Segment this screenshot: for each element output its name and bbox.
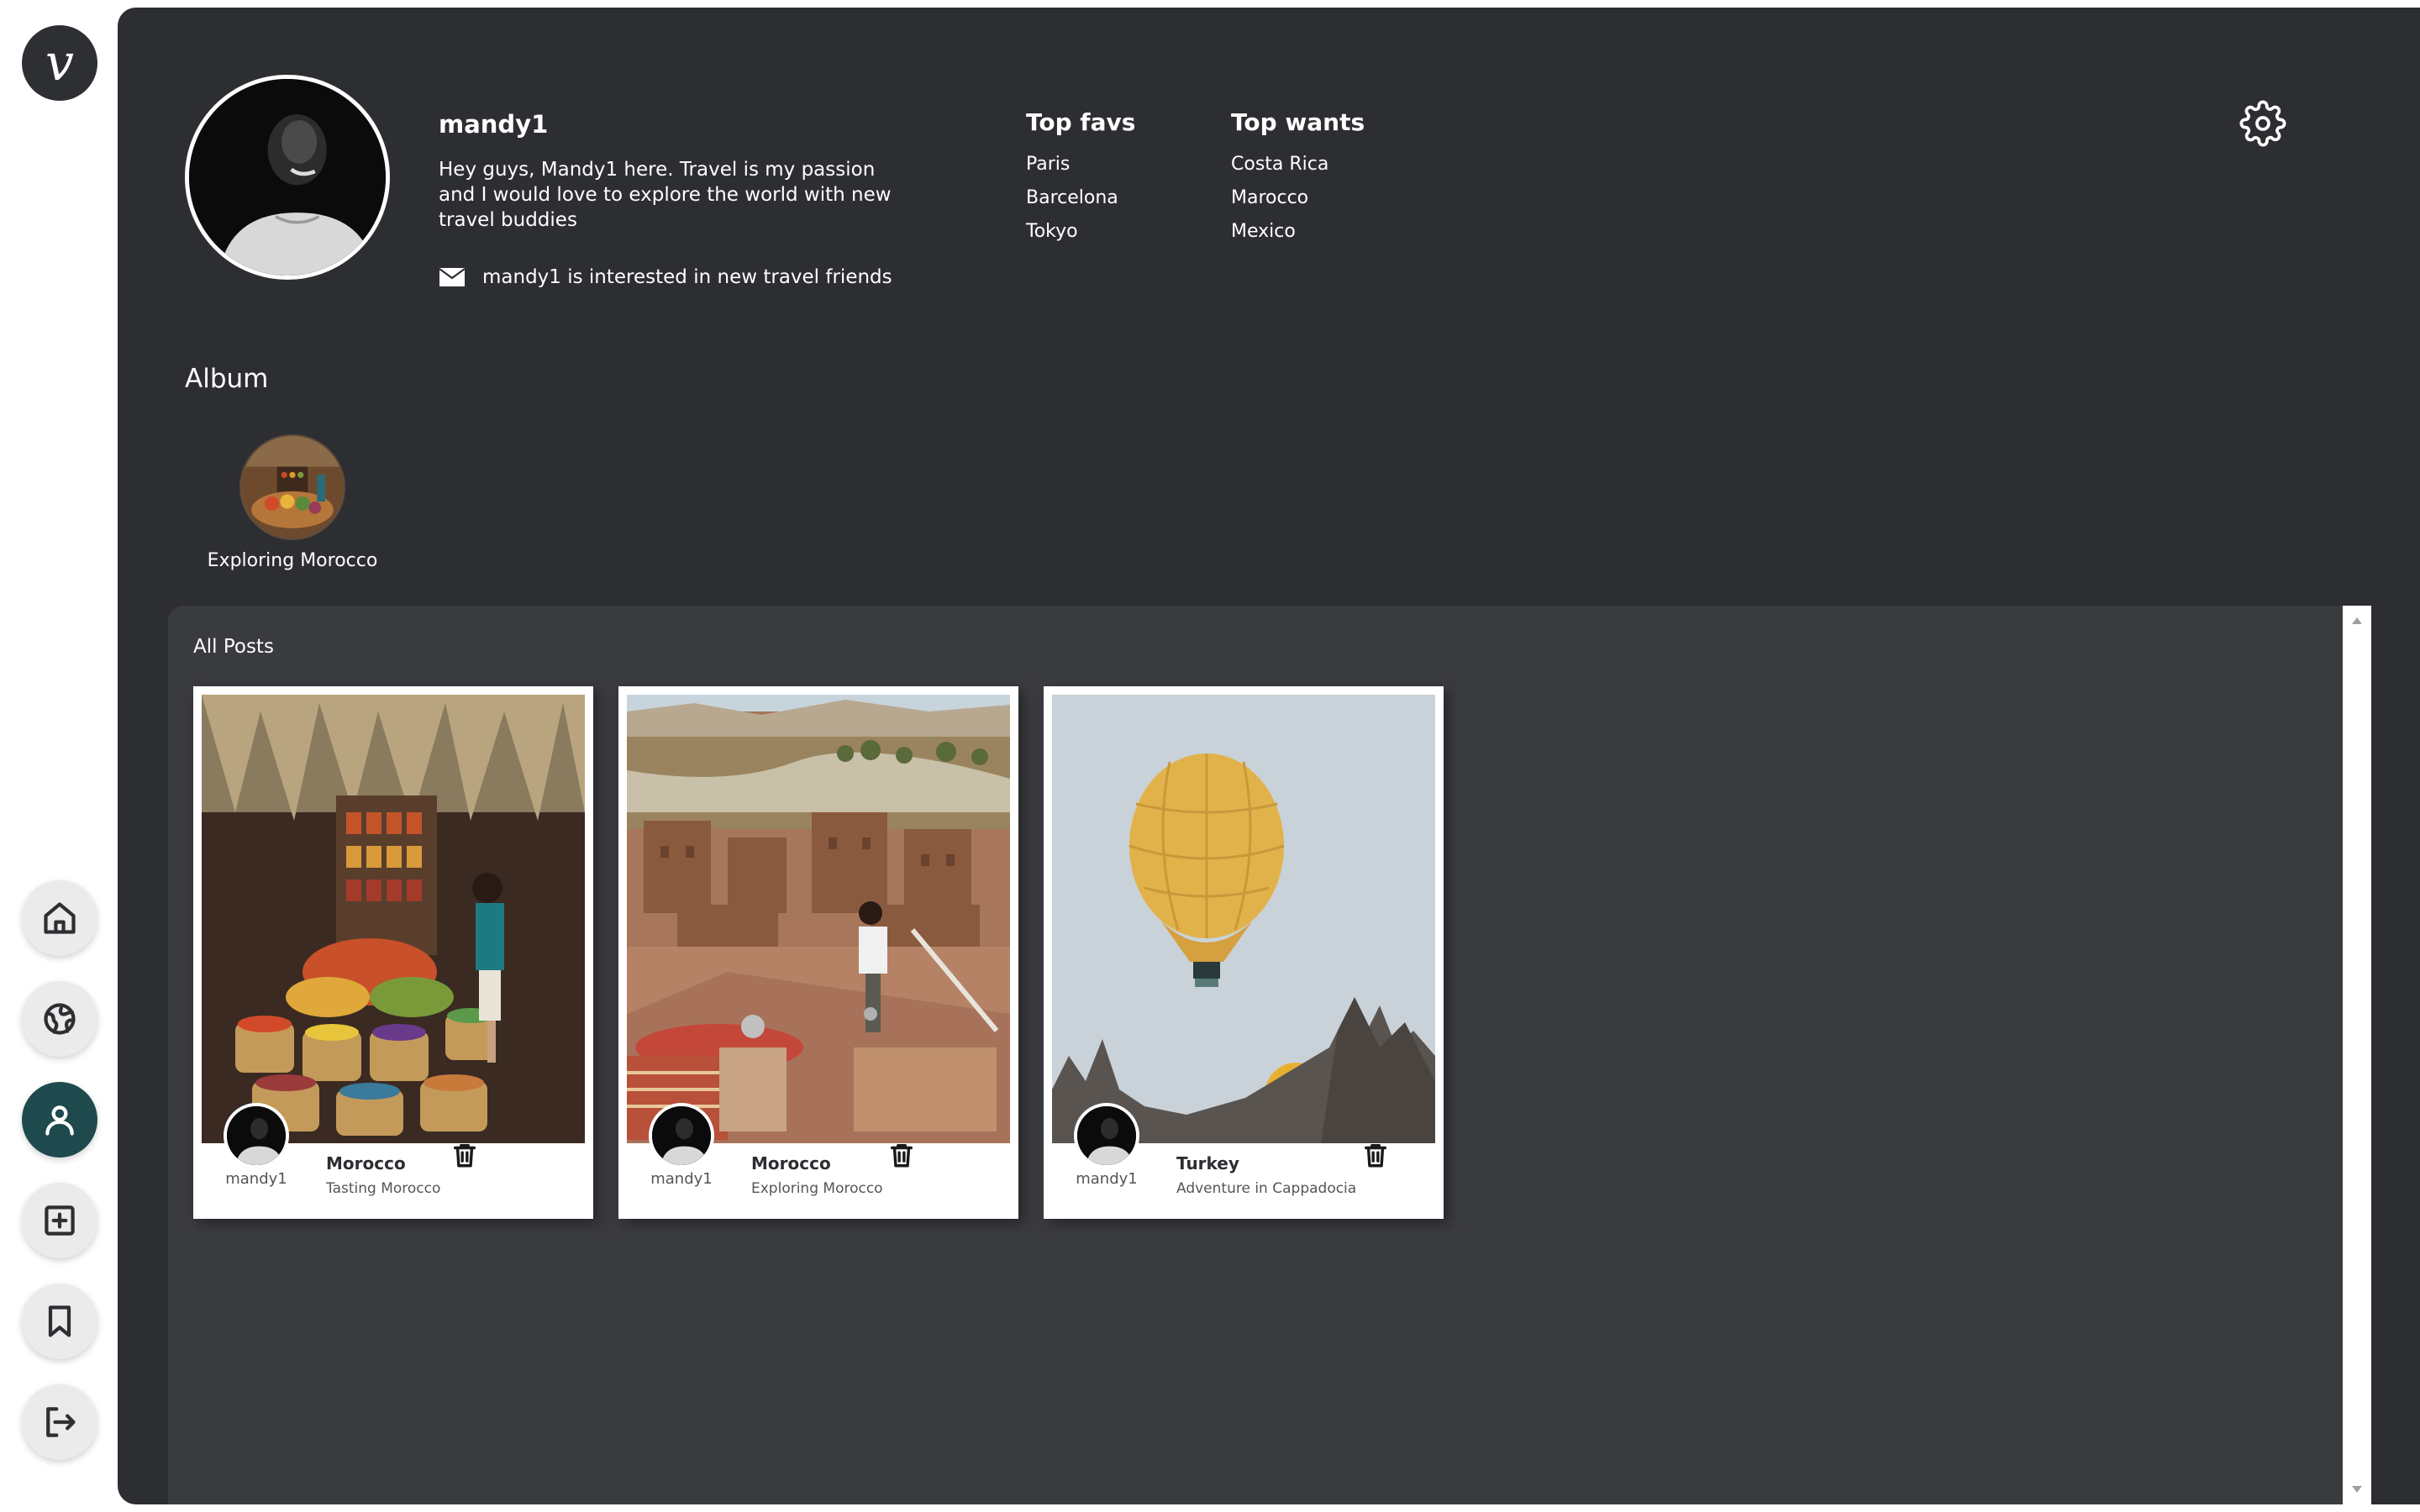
- post-author-avatar[interactable]: [224, 1103, 289, 1168]
- album-thumbnail: [239, 434, 345, 540]
- author-photo: [227, 1106, 286, 1165]
- all-posts-title: All Posts: [193, 636, 274, 658]
- top-favs-item: Paris: [1026, 154, 1071, 175]
- posts-scrollbar[interactable]: [2343, 606, 2371, 1504]
- balloon-photo: [1052, 695, 1435, 1143]
- top-wants-title: Top wants: [1231, 108, 1365, 136]
- post-country: Morocco: [751, 1153, 831, 1173]
- top-wants: Top wants Costa Rica Marocco Mexico: [1231, 108, 1365, 249]
- profile-panel: mandy1 Hey guys, Mandy1 here. Travel is …: [118, 8, 2420, 1504]
- profile-username: mandy1: [439, 110, 549, 139]
- post-image: [1052, 695, 1435, 1143]
- all-posts-panel: All Posts mandy1 Morocco Tasting Morocco…: [168, 606, 2371, 1504]
- top-favs-item: Tokyo: [1026, 221, 1078, 242]
- plus-square-icon: [45, 1205, 75, 1236]
- sidebar: v: [0, 0, 118, 1512]
- post-author-avatar[interactable]: [649, 1103, 714, 1168]
- nav-saved-button[interactable]: [22, 1284, 97, 1359]
- trash-icon: [890, 1143, 913, 1168]
- post-image: [202, 695, 585, 1143]
- post-author-name[interactable]: mandy1: [650, 1170, 713, 1188]
- post-country: Morocco: [326, 1153, 406, 1173]
- top-favs-item: Barcelona: [1026, 187, 1118, 208]
- album-cover-image: [241, 436, 344, 538]
- top-favs-title: Top favs: [1026, 108, 1136, 136]
- scroll-down-arrow-icon[interactable]: [2352, 1486, 2362, 1493]
- mail-icon: [439, 268, 466, 286]
- logo-letter: v: [45, 34, 74, 92]
- post-author-name[interactable]: mandy1: [1076, 1170, 1138, 1188]
- top-favs: Top favs Paris Barcelona Tokyo: [1026, 108, 1135, 249]
- nav-profile-button[interactable]: [22, 1082, 97, 1158]
- post-author-name[interactable]: mandy1: [225, 1170, 287, 1188]
- settings-button[interactable]: [2239, 100, 2286, 147]
- profile-photo: [189, 79, 386, 276]
- spice-market-photo: [202, 695, 585, 1143]
- top-wants-item: Mexico: [1231, 221, 1296, 242]
- logout-icon: [46, 1407, 76, 1437]
- nav-explore-button[interactable]: [22, 981, 97, 1057]
- post-card[interactable]: mandy1 Morocco Exploring Morocco: [618, 686, 1018, 1219]
- profile-avatar: [185, 75, 390, 280]
- nav-home-button[interactable]: [22, 880, 97, 956]
- post-subtitle: Tasting Morocco: [326, 1180, 441, 1197]
- post-image: [627, 695, 1010, 1143]
- post-author-avatar[interactable]: [1074, 1103, 1139, 1168]
- album-item[interactable]: Exploring Morocco: [208, 434, 377, 571]
- bookmark-icon: [48, 1305, 71, 1337]
- profile-bio: Hey guys, Mandy1 here. Travel is my pass…: [439, 159, 892, 231]
- user-icon: [45, 1105, 74, 1136]
- gear-icon: [2239, 100, 2286, 147]
- album-label: Exploring Morocco: [207, 550, 378, 571]
- profile-interest: mandy1 is interested in new travel frien…: [439, 266, 892, 288]
- trash-icon: [453, 1143, 476, 1168]
- top-wants-list: Costa Rica Marocco Mexico: [1231, 148, 1365, 249]
- post-country: Turkey: [1176, 1153, 1239, 1173]
- home-icon: [44, 902, 76, 934]
- delete-post-button[interactable]: [1361, 1140, 1390, 1170]
- scroll-up-arrow-icon[interactable]: [2352, 617, 2362, 624]
- globe-icon: [44, 1003, 76, 1035]
- post-subtitle: Adventure in Cappadocia: [1176, 1180, 1357, 1197]
- delete-post-button[interactable]: [450, 1140, 479, 1170]
- post-subtitle: Exploring Morocco: [751, 1180, 883, 1197]
- post-card[interactable]: mandy1 Morocco Tasting Morocco: [193, 686, 593, 1219]
- author-photo: [1077, 1106, 1136, 1165]
- top-wants-item: Marocco: [1231, 187, 1309, 208]
- trash-icon: [1364, 1143, 1387, 1168]
- post-card[interactable]: mandy1 Turkey Adventure in Cappadocia: [1044, 686, 1444, 1219]
- album-title: Album: [185, 364, 269, 394]
- nav-create-button[interactable]: [22, 1183, 97, 1258]
- nav-logout-button[interactable]: [22, 1384, 97, 1460]
- kasbah-photo: [627, 695, 1010, 1143]
- top-favs-list: Paris Barcelona Tokyo: [1026, 148, 1135, 249]
- top-wants-item: Costa Rica: [1231, 154, 1329, 175]
- author-photo: [652, 1106, 711, 1165]
- interest-text: mandy1 is interested in new travel frien…: [482, 266, 892, 288]
- delete-post-button[interactable]: [887, 1140, 916, 1170]
- app-logo[interactable]: v: [22, 25, 97, 101]
